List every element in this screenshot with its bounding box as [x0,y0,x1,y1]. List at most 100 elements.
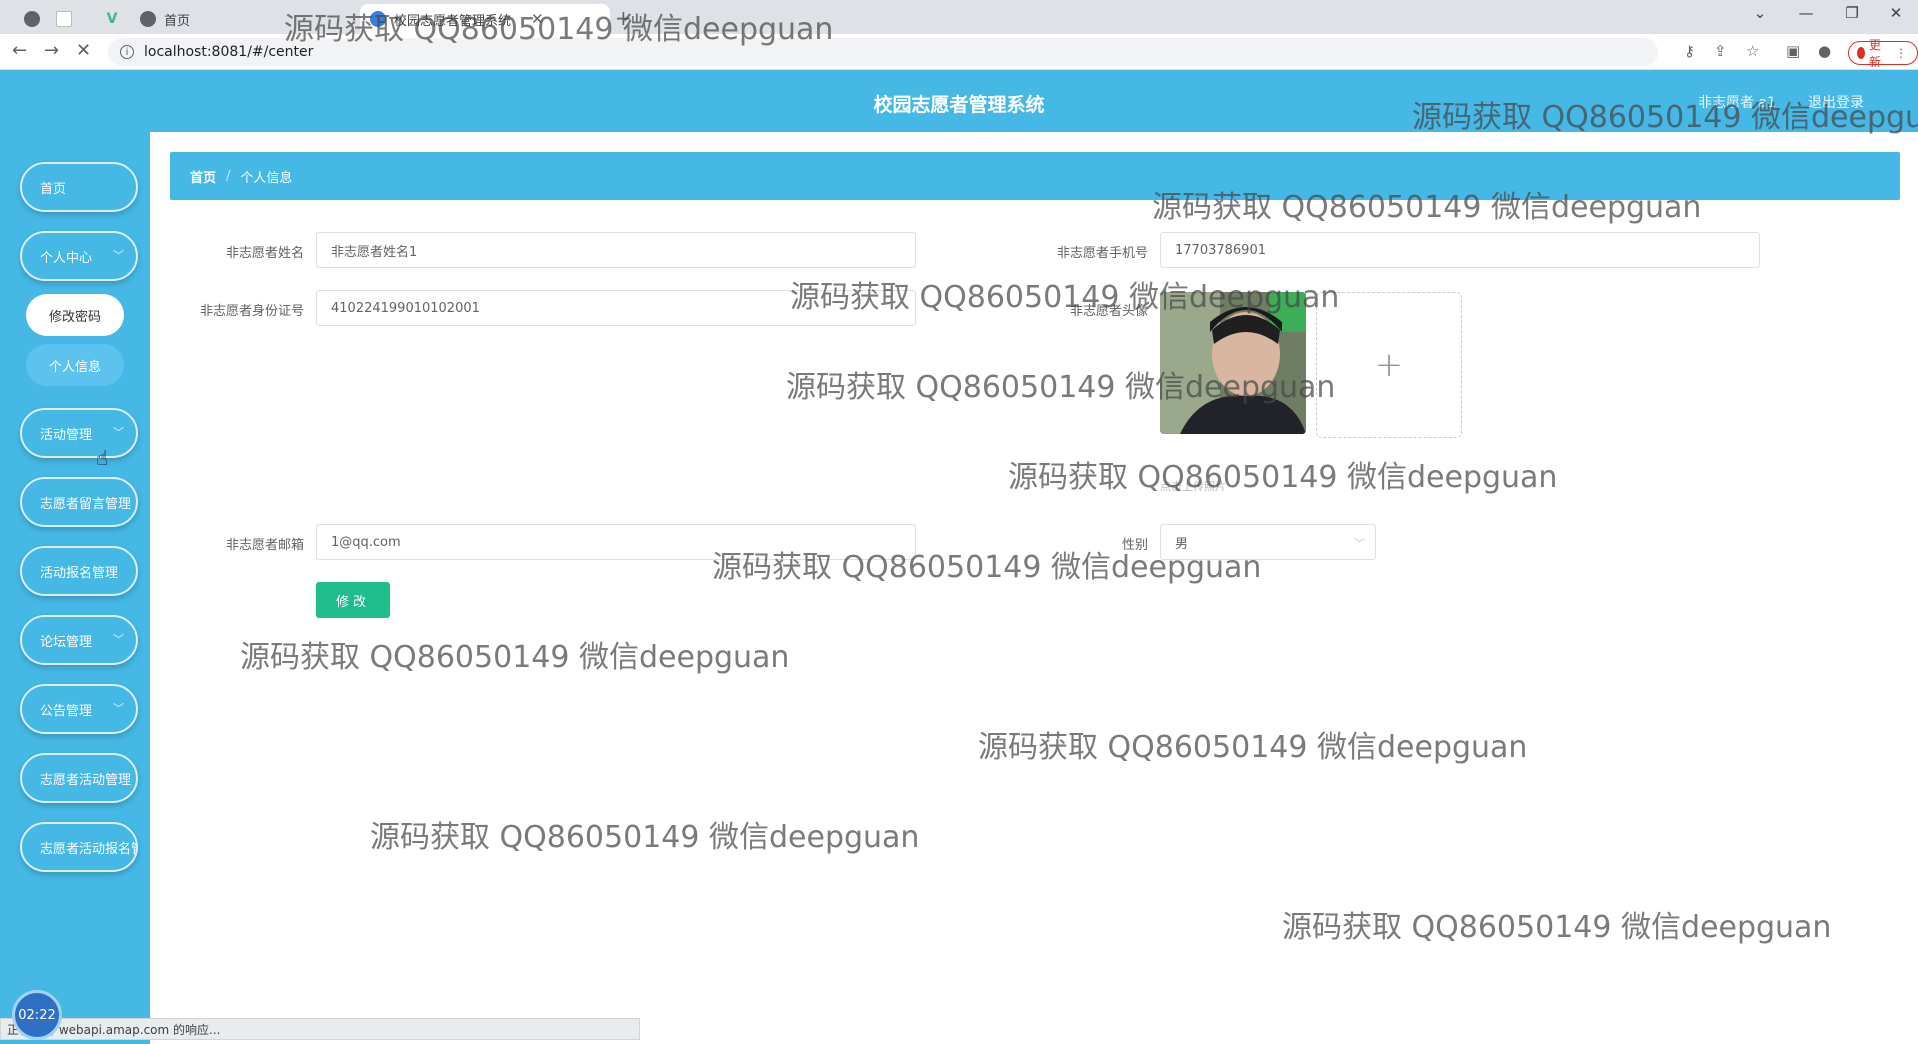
clock-text: 02:22 [18,1007,56,1023]
sidebar-item-announcements[interactable]: 公告管理 ﹀ [20,684,138,734]
id-number-field[interactable]: 410224199010102001 [316,290,916,326]
chevron-down-icon[interactable]: ⌄ [1740,4,1780,22]
tab-title: 首页 [164,13,191,29]
submit-button[interactable]: 修改 [316,582,390,618]
sidebar-item-activity-signup[interactable]: 活动报名管理 [20,546,138,596]
browser-tab-1[interactable] [14,4,50,34]
tab-title: 校园志愿者管理系统 [394,13,512,29]
phone-label: 非志愿者手机号 [1056,246,1148,261]
browser-tab-3[interactable]: V [94,4,130,34]
email-field[interactable]: 1@qq.com [316,524,916,560]
gender-value: 男 [1175,536,1189,552]
sidebar-item-label: 首页 [40,181,67,197]
reload-icon[interactable]: ✕ [76,40,91,61]
browser-tab-2[interactable] [46,4,82,34]
close-icon[interactable]: ✕ [531,10,544,28]
window-close-icon[interactable]: ✕ [1876,4,1916,22]
sidebar-item-label: 公告管理 [40,703,93,719]
address-bar: ← → ✕ i localhost:8081/#/center ⚷ ⇪ ☆ ▣ … [0,34,1918,70]
clock-badge: 02:22 [12,990,62,1040]
breadcrumb: 首页 / 个人信息 [170,152,1900,200]
sidebar-item-label: 志愿者留言管理 [40,496,132,512]
plus-icon: + [1374,345,1404,385]
sidebar-item-volunteer-activity[interactable]: 志愿者活动管理 [20,753,138,803]
sidebar-subitem-label: 个人信息 [48,359,101,375]
sidebar-item-label: 志愿者活动管理 [40,772,132,788]
current-user: 非志愿者 a1 [1698,95,1776,111]
name-field[interactable]: 非志愿者姓名1 [316,232,916,268]
email-value: 1@qq.com [331,534,401,550]
update-label: 更新 [1869,38,1882,69]
globe-icon [24,11,40,27]
sidebar-item-volunteer-activity-signup[interactable]: 志愿者活动报名管理 [20,822,138,872]
browser-status-bar: 正在等待 webapi.amap.com 的响应... [0,1018,640,1040]
back-icon[interactable]: ← [12,40,27,61]
mouse-cursor-icon: ☝ [96,446,109,470]
profile-icon[interactable]: ● [1818,42,1831,60]
browser-tab-home[interactable]: 首页 [130,4,200,34]
sidebar-subitem-label: 修改密码 [48,309,101,325]
sidebar: 首页 个人中心 ﹀ 修改密码 个人信息 活动管理 ﹀ 志愿者留言管理 活动报名管… [0,132,150,1044]
chevron-down-icon: ﹀ [113,702,124,715]
phone-field[interactable]: 17703786901 [1160,232,1760,268]
alert-icon [1857,47,1865,59]
browser-tab-active[interactable]: 校园志愿者管理系统 ✕ [360,4,610,34]
logout-link[interactable]: 退出登录 [1808,92,1864,112]
sidebar-subitem-profile[interactable]: 个人信息 [26,344,124,386]
breadcrumb-separator: / [226,168,231,184]
sidebar-item-label: 个人中心 [40,250,93,266]
id-number-label: 非志愿者身份证号 [199,304,304,319]
new-tab-icon[interactable]: + [615,6,632,30]
menu-icon: ⋮ [1895,46,1908,60]
update-button[interactable]: 更新 ⋮ [1848,38,1918,69]
sidebar-item-activity[interactable]: 活动管理 ﹀ [20,408,138,458]
sidebar-item-volunteer-messages[interactable]: 志愿者留言管理 [20,477,138,527]
page-title: 校园志愿者管理系统 [873,94,1045,116]
sidebar-item-forum[interactable]: 论坛管理 ﹀ [20,615,138,665]
name-value: 非志愿者姓名1 [331,244,418,260]
watermark: 源码获取 QQ86050149 微信deepguan [240,640,790,675]
id-number-value: 410224199010102001 [331,300,480,316]
key-icon[interactable]: ⚷ [1684,42,1695,60]
gender-select[interactable]: 男 ﹀ [1160,524,1376,560]
sidebar-item-personal-center[interactable]: 个人中心 ﹀ [20,231,138,281]
upload-tip: 点击上传照片 [1160,480,1226,493]
breadcrumb-current: 个人信息 [240,170,293,186]
browser-tab-bar: V 首页 校园志愿者管理系统 ✕ + ⌄ — ❐ ✕ [0,0,1918,34]
sidebar-item-label: 志愿者活动报名管理 [40,841,136,857]
avatar[interactable] [1160,292,1306,434]
globe-icon [140,11,156,27]
sidepanel-icon[interactable]: ▣ [1786,42,1800,60]
app-header: 校园志愿者管理系统 非志愿者 a1 退出登录 [0,70,1918,132]
sidebar-subitem-change-password[interactable]: 修改密码 [26,294,124,336]
sidebar-item-label: 论坛管理 [40,634,93,650]
watermark: 源码获取 QQ86050149 微信deepguan [1008,460,1558,495]
breadcrumb-home[interactable]: 首页 [190,167,216,186]
page-icon [56,11,72,27]
chevron-down-icon: ﹀ [113,249,124,262]
share-icon[interactable]: ⇪ [1714,42,1727,60]
sidebar-item-home[interactable]: 首页 [20,162,138,212]
url-input[interactable]: i localhost:8081/#/center [108,38,1658,66]
restore-icon[interactable]: ❐ [1832,4,1872,22]
chevron-down-icon: ﹀ [1354,537,1365,550]
gender-label: 性别 [1121,538,1148,553]
sidebar-item-label: 活动管理 [40,427,93,443]
forward-icon[interactable]: → [44,40,59,61]
sidebar-item-label: 活动报名管理 [40,565,119,581]
name-label: 非志愿者姓名 [225,246,304,261]
watermark: 源码获取 QQ86050149 微信deepguan [370,820,920,855]
watermark: 源码获取 QQ86050149 微信deepguan [978,730,1528,765]
info-icon[interactable]: i [120,45,134,59]
chevron-down-icon: ﹀ [113,633,124,646]
avatar-label: 非志愿者头像 [1069,304,1148,319]
app-icon [370,11,386,27]
chevron-down-icon: ﹀ [113,426,124,439]
vue-icon: V [106,11,118,27]
watermark: 源码获取 QQ86050149 微信deepguan [1282,910,1832,945]
url-text: localhost:8081/#/center [144,44,314,60]
star-icon[interactable]: ☆ [1746,42,1759,60]
minimize-icon[interactable]: — [1786,4,1826,22]
upload-button[interactable]: + [1316,292,1462,438]
phone-value: 17703786901 [1175,242,1266,258]
